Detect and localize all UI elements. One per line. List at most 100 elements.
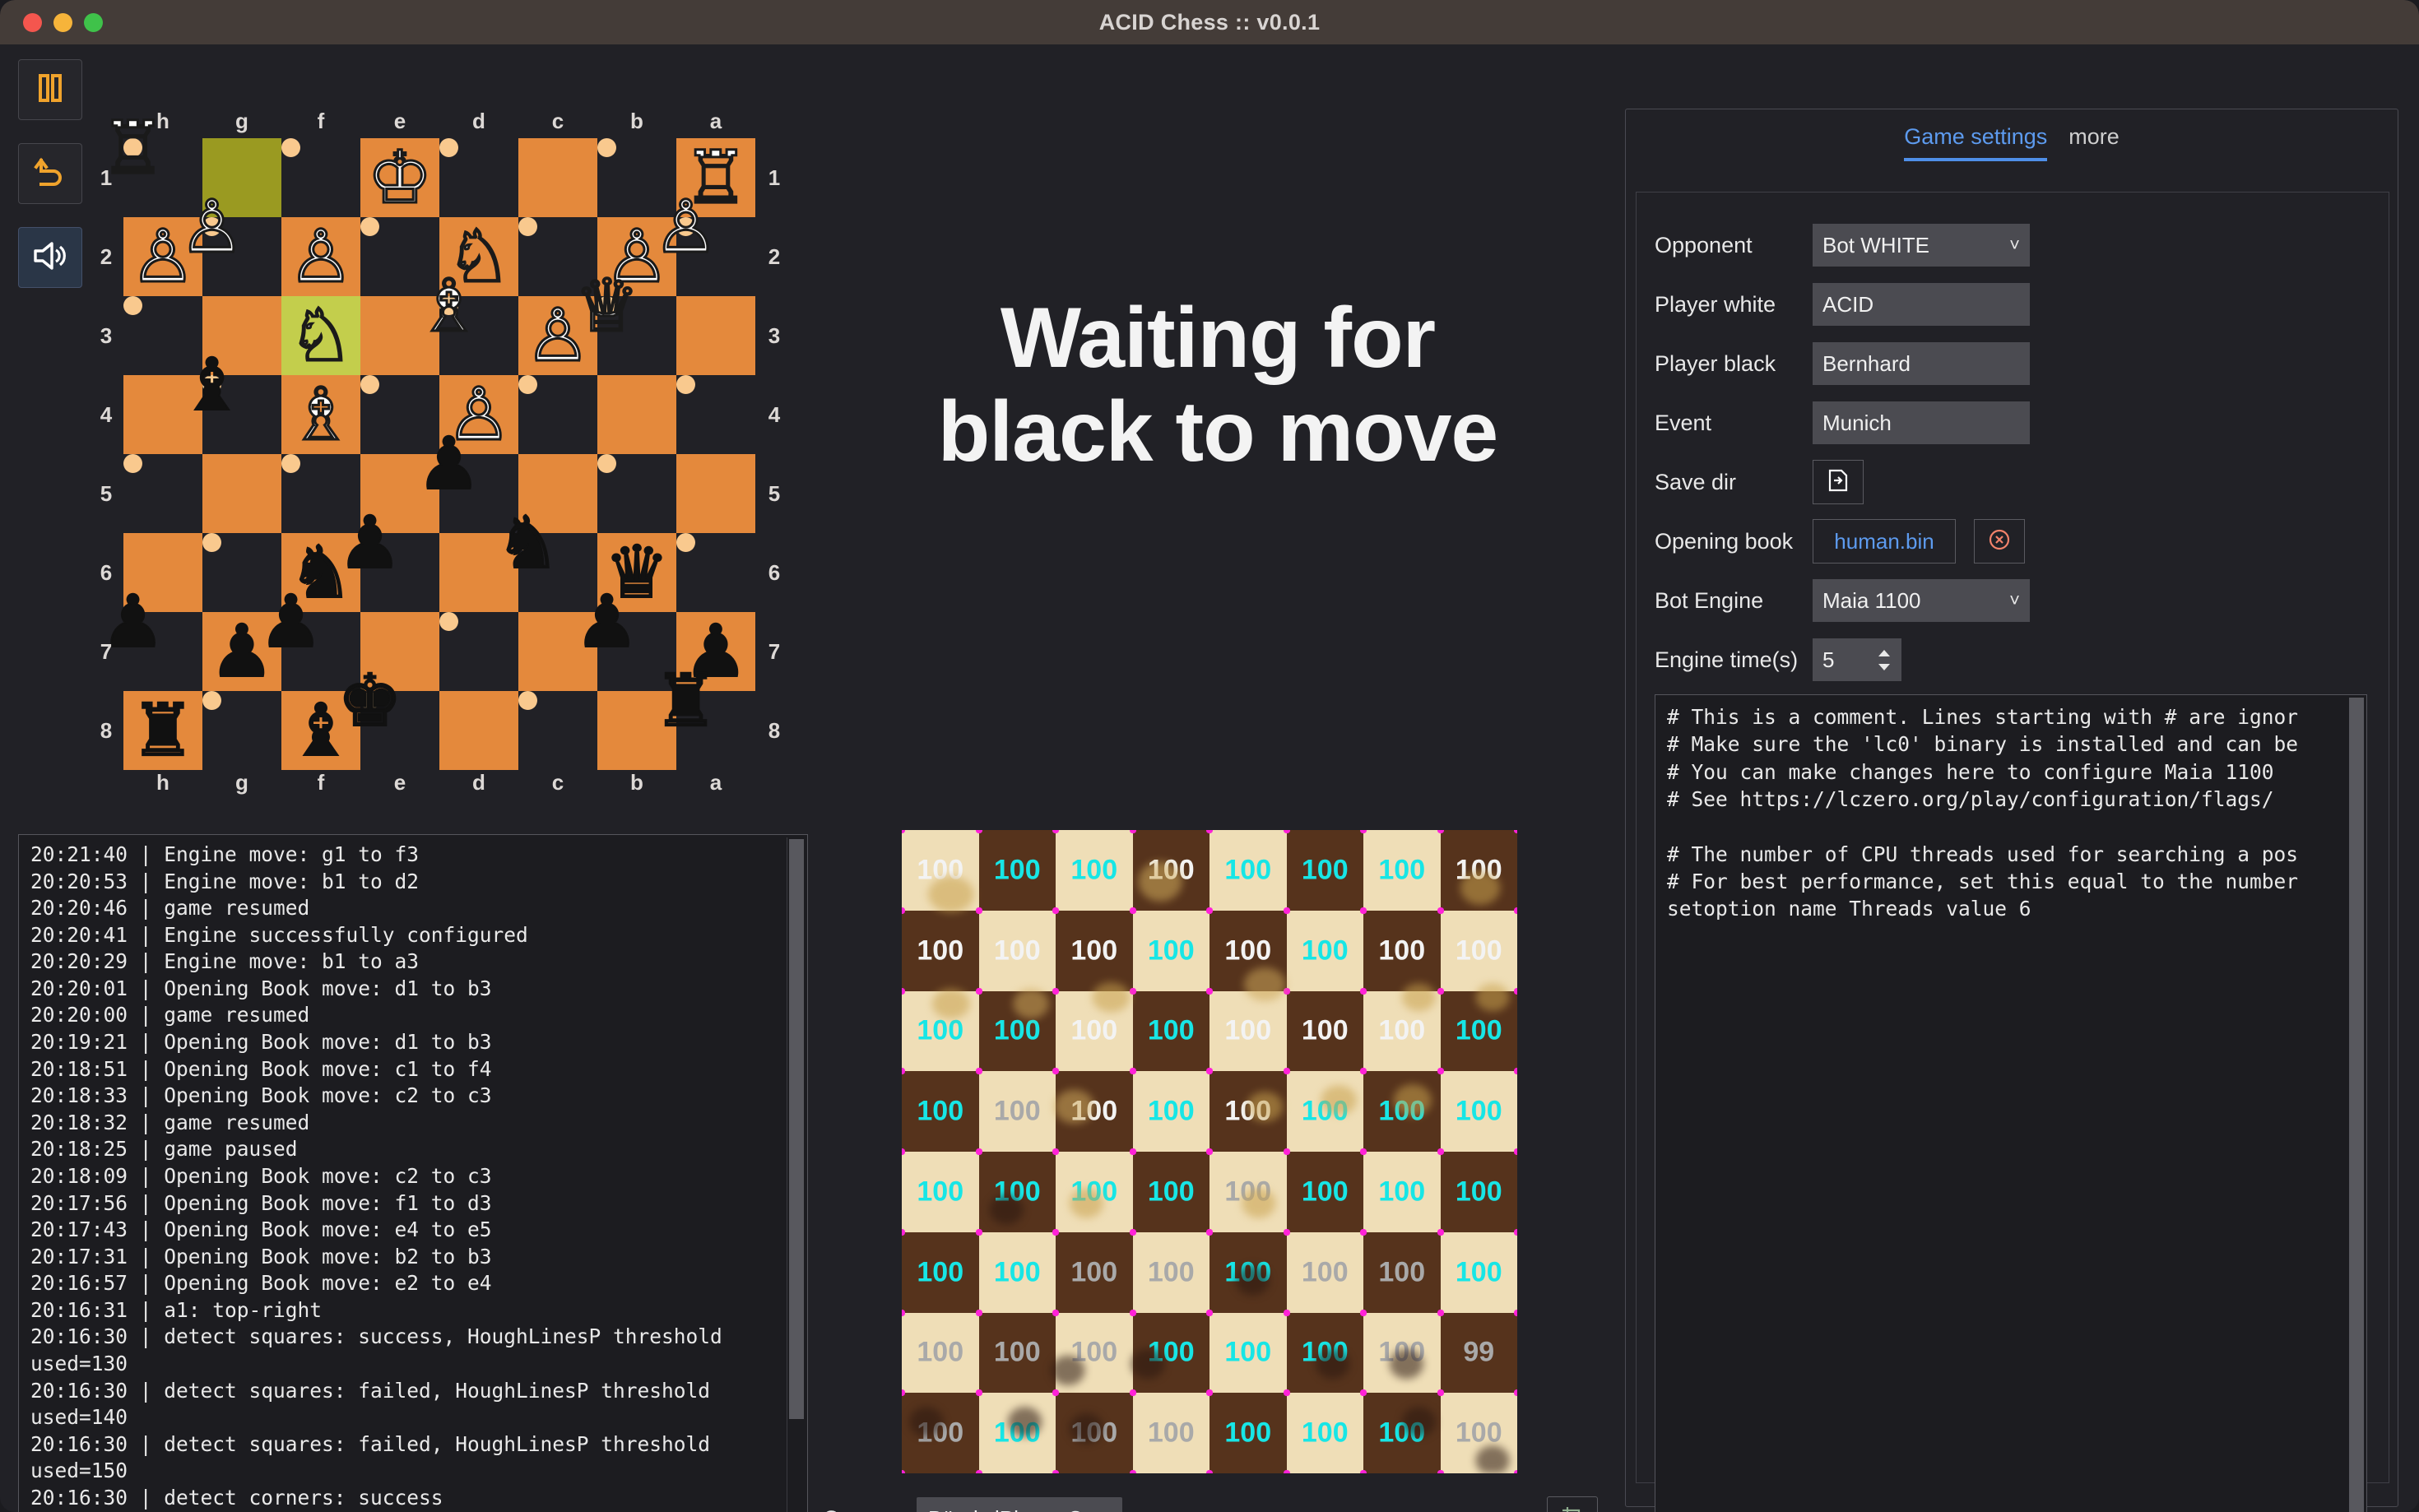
board-square-g2[interactable]: ♙ <box>179 189 246 264</box>
board-ranks-left: 1 2 3 4 5 6 7 8 <box>89 138 123 770</box>
board-square-f1[interactable] <box>281 138 300 157</box>
camera-corner-dot <box>1361 988 1367 995</box>
board-square-h1[interactable]: ♖ <box>100 110 167 185</box>
chess-piece-br-a8[interactable]: ♜ <box>652 663 719 737</box>
board-square-g8[interactable] <box>202 691 221 710</box>
board-square-b1[interactable] <box>597 138 616 157</box>
chess-piece-wk-e1[interactable]: ♔ <box>366 140 434 215</box>
camera-corner-dot <box>1130 1310 1136 1316</box>
chess-piece-bb-g4[interactable]: ♝ <box>179 347 245 421</box>
board-square-c4[interactable] <box>518 375 537 394</box>
board-square-d3[interactable]: ♗ <box>416 268 483 343</box>
opening-book-button[interactable]: human.bin <box>1813 519 1956 564</box>
bot-engine-select[interactable]: Maia 1100 ˅ <box>1813 579 2030 622</box>
board-square-c2[interactable] <box>518 217 537 236</box>
engine-options-vscrollbar[interactable] <box>2348 697 2365 1512</box>
board-square-e2[interactable] <box>360 217 379 236</box>
board-square-a8[interactable]: ♜ <box>652 663 719 737</box>
chess-piece-bk-e8[interactable]: ♚ <box>337 663 403 737</box>
engine-time-spinbox[interactable]: 5 <box>1813 638 1901 681</box>
board-square-a3[interactable] <box>676 296 755 375</box>
board-square-b3[interactable]: ♕ <box>573 268 641 343</box>
board-square-b7[interactable]: ♟ <box>573 584 640 658</box>
chess-piece-bp-b7[interactable]: ♟ <box>573 584 640 658</box>
engine-options-text[interactable]: # This is a comment. Lines starting with… <box>1655 695 2366 923</box>
tab-more[interactable]: more <box>2068 124 2120 161</box>
board-square-a2[interactable]: ♙ <box>652 189 720 264</box>
board-square-f2[interactable]: ♙ <box>281 217 360 296</box>
board-square-f7[interactable]: ♟ <box>258 584 324 658</box>
pause-button[interactable] <box>18 59 82 120</box>
chess-piece-bp-d5[interactable]: ♟ <box>416 426 482 500</box>
board-square-c8[interactable] <box>518 691 537 710</box>
spinner-down-icon <box>1878 663 1890 670</box>
board-square-h3[interactable] <box>123 296 142 315</box>
event-log-scroll-thumb[interactable] <box>789 839 804 1419</box>
board-square-b4[interactable] <box>597 375 676 454</box>
chess-board[interactable]: ♖ ♔ ♖ ♙ ♙ ♙ ♘ ♙ ♙ ♘ ♗ ♙ ♕ ♝ ♗ ♙ ♟ ♞ ♟ ♞ ♛ ♟ ♟ ♟ ♟ ♟ ♜ ♝ ♚ ♜ <box>100 110 755 770</box>
chess-piece-bn-c6[interactable]: ♞ <box>494 505 561 579</box>
board-square-f4[interactable]: ♗ <box>281 375 360 454</box>
board-rank-6: 6 <box>768 559 781 585</box>
chess-piece-wp-a2[interactable]: ♙ <box>652 189 720 264</box>
crop-region-button[interactable] <box>1547 1496 1598 1512</box>
sound-button[interactable] <box>18 227 82 288</box>
camera-corner-dot <box>1284 988 1290 995</box>
engine-options-vscroll-thumb[interactable] <box>2349 698 2364 1512</box>
player-black-input[interactable]: Bernhard <box>1813 342 2030 385</box>
player-white-input[interactable]: ACID <box>1813 283 2030 326</box>
undo-button[interactable] <box>18 143 82 204</box>
chess-piece-bp-e6[interactable]: ♟ <box>337 505 403 579</box>
close-window-button[interactable] <box>23 13 42 32</box>
board-square-c6[interactable]: ♞ <box>494 505 561 579</box>
event-input[interactable]: Munich <box>1813 401 2030 444</box>
window-controls[interactable] <box>23 13 103 32</box>
chess-piece-br-h8[interactable]: ♜ <box>130 693 197 768</box>
chess-piece-wb-f4[interactable]: ♗ <box>287 377 355 452</box>
camera-corner-dot <box>902 1069 905 1075</box>
maximize-window-button[interactable] <box>84 13 103 32</box>
chess-piece-wp-f2[interactable]: ♙ <box>287 219 355 294</box>
opponent-select[interactable]: Bot WHITE ˅ <box>1813 224 2030 267</box>
camera-select-value: Börnis iPhone Ca <box>928 1506 1093 1512</box>
board-square-b5[interactable] <box>597 454 616 473</box>
chess-piece-bp-f7[interactable]: ♟ <box>258 584 324 658</box>
board-square-e6[interactable]: ♟ <box>337 505 403 579</box>
opening-book-clear-button[interactable] <box>1974 519 2025 564</box>
minimize-window-button[interactable] <box>53 13 72 32</box>
board-square-d8[interactable] <box>439 691 518 770</box>
board-square-g4[interactable]: ♝ <box>179 347 245 421</box>
chess-piece-wq-b3[interactable]: ♕ <box>573 268 641 343</box>
camera-preview[interactable]: 100 100 100 100 100 100 100 100 100 100 100 100 100 1… <box>902 830 1517 1473</box>
board-square-d5[interactable]: ♟ <box>416 426 482 500</box>
camera-corner-dot <box>1361 907 1367 914</box>
event-log-panel[interactable]: 20:21:40 | Engine move: g1 to f3 20:20:5… <box>18 834 808 1512</box>
board-square-d1[interactable] <box>439 138 458 157</box>
board-square-e1[interactable]: ♔ <box>360 138 439 217</box>
spinner-arrows[interactable] <box>1877 648 1892 672</box>
engine-options-editor[interactable]: # This is a comment. Lines starting with… <box>1655 694 2367 1512</box>
board-square-e4[interactable] <box>360 375 379 394</box>
save-dir-button[interactable] <box>1813 460 1864 504</box>
board-square-f5[interactable] <box>281 454 300 473</box>
camera-select[interactable]: Börnis iPhone Ca ˅ <box>917 1497 1123 1512</box>
board-square-g6[interactable] <box>202 533 221 552</box>
board-square-e8[interactable]: ♚ <box>337 663 403 737</box>
board-square-a5[interactable] <box>676 454 755 533</box>
chess-piece-wb-d3[interactable]: ♗ <box>416 268 483 343</box>
board-square-d7[interactable] <box>439 612 458 631</box>
chess-piece-wp-g2[interactable]: ♙ <box>179 189 246 264</box>
board-square-h5[interactable] <box>123 454 142 473</box>
camera-cell-confidence: 100 <box>1224 1176 1272 1208</box>
board-square-g5[interactable] <box>202 454 281 533</box>
board-square-h7[interactable]: ♟ <box>100 584 166 658</box>
board-square-a6[interactable] <box>676 533 695 552</box>
board-square-h8[interactable]: ♜ <box>123 691 202 770</box>
board-square-f3[interactable]: ♘ <box>281 296 360 375</box>
board-square-a4[interactable] <box>676 375 695 394</box>
board-square-c1[interactable] <box>518 138 597 217</box>
chess-piece-wn-f3[interactable]: ♘ <box>287 298 355 373</box>
camera-cell-0-5: 100 <box>1284 830 1366 913</box>
event-log-scrollbar[interactable] <box>787 837 805 1512</box>
tab-game-settings[interactable]: Game settings <box>1904 124 2048 161</box>
